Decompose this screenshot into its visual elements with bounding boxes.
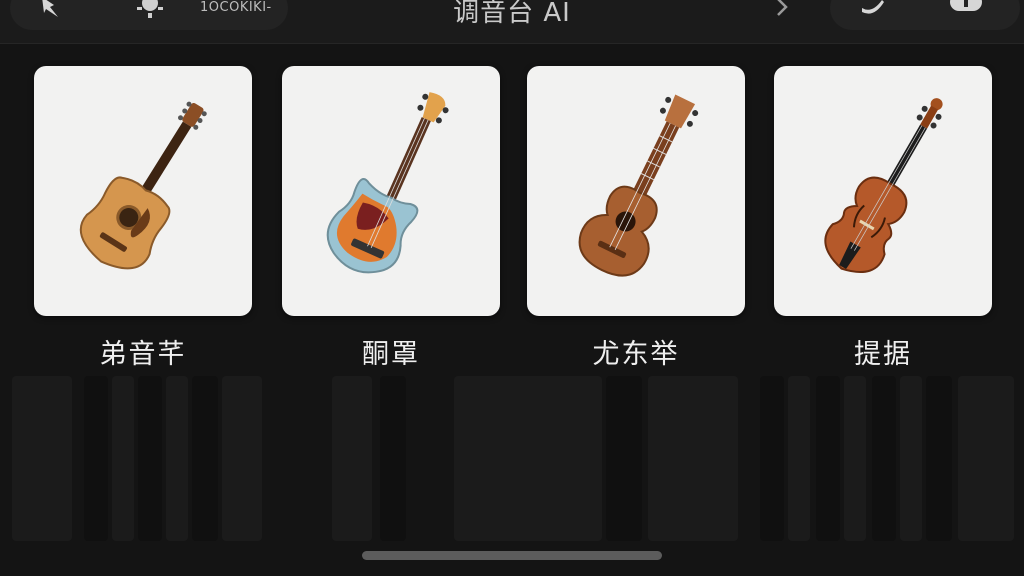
- bg-key: [112, 376, 134, 541]
- instrument-card-image-area: [774, 66, 992, 316]
- instrument-card-violin[interactable]: 提据: [774, 66, 992, 371]
- bg-key: [380, 376, 406, 541]
- instrument-card-bass-guitar[interactable]: 酮罩: [282, 66, 500, 371]
- bg-key: [816, 376, 840, 541]
- bg-key: [332, 376, 372, 541]
- info-icon[interactable]: [948, 0, 984, 20]
- instrument-grid: 弟音芊 酮罩 尤东举 提据: [34, 66, 992, 370]
- bg-key: [166, 376, 188, 541]
- bg-key: [648, 376, 738, 541]
- ukulele-icon: [578, 94, 699, 277]
- bg-key: [84, 376, 108, 541]
- instrument-card-ukulele[interactable]: 尤东举: [527, 66, 745, 371]
- bg-key: [958, 376, 1014, 541]
- bg-key: [844, 376, 866, 541]
- instrument-label: 弟音芊: [99, 339, 187, 370]
- app-root: 1OCOKIKI- 调音台 AI 弟音芊 酮罩 尤东举 提据: [0, 0, 1024, 576]
- bass-guitar-icon: [326, 92, 449, 274]
- bg-key: [138, 376, 162, 541]
- background-keys-decoration: [0, 376, 1024, 546]
- instrument-label: 提据: [854, 339, 912, 370]
- bg-key: [222, 376, 262, 541]
- instrument-label: 尤东举: [592, 339, 680, 370]
- instrument-card-image-area: [527, 66, 745, 316]
- bg-key: [788, 376, 810, 541]
- bg-key: [872, 376, 896, 541]
- instrument-card-image-area: [34, 66, 252, 316]
- bg-key: [760, 376, 784, 541]
- bg-key: [12, 376, 72, 541]
- bg-key: [454, 376, 602, 541]
- acoustic-guitar-icon: [79, 101, 207, 270]
- bg-key: [900, 376, 922, 541]
- instrument-label: 酮罩: [362, 339, 420, 370]
- bg-key: [606, 376, 642, 541]
- home-indicator[interactable]: [362, 551, 662, 560]
- top-bar: 1OCOKIKI- 调音台 AI: [0, 0, 1024, 44]
- instrument-card-image-area: [282, 66, 500, 316]
- violin-icon: [824, 98, 943, 273]
- instrument-card-acoustic-guitar[interactable]: 弟音芊: [34, 66, 252, 371]
- bg-key: [926, 376, 952, 541]
- music-note-icon[interactable]: [856, 0, 890, 20]
- chevron-right-icon[interactable]: [770, 0, 794, 20]
- bg-key: [192, 376, 218, 541]
